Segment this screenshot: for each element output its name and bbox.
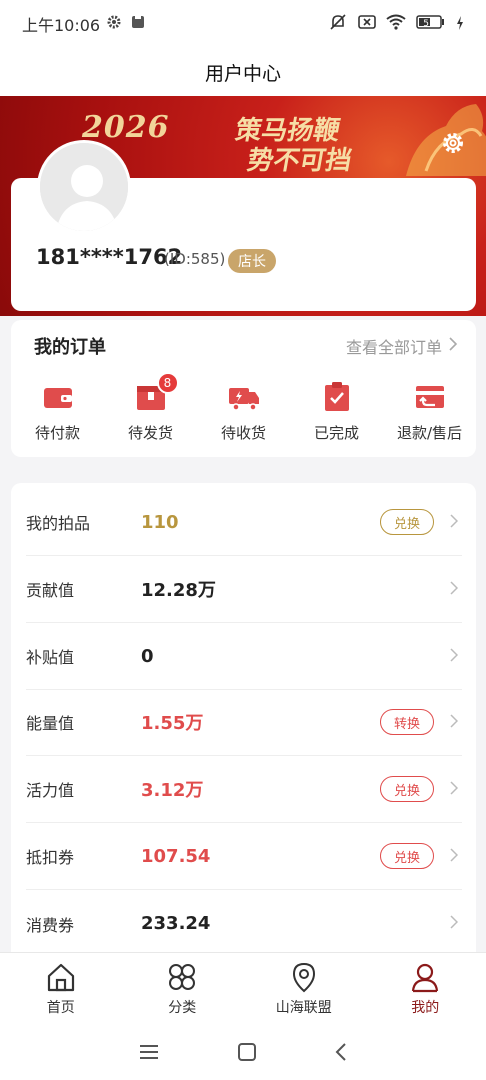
clipboard-check-icon [324, 382, 349, 411]
asset-name: 我的拍品 [26, 514, 91, 533]
grid-icon [169, 964, 196, 990]
nav-label: 首页 [46, 1000, 75, 1016]
wallet-icon [43, 388, 72, 408]
asset-row-vitality[interactable]: 活力值 3.12万 兑换 [26, 756, 462, 823]
nav-label: 山海联盟 [275, 1000, 332, 1016]
nav-alliance[interactable]: 山海联盟 [243, 953, 365, 1028]
asset-name: 抵扣券 [26, 848, 75, 867]
chevron-right-icon [448, 336, 458, 356]
asset-row-voucher[interactable]: 抵扣券 107.54 兑换 [26, 823, 462, 890]
sim-error-icon [358, 14, 376, 34]
order-pending-shipment[interactable]: 8 待发货 [111, 372, 191, 443]
asset-value: 0 [141, 645, 154, 667]
exchange-button[interactable]: 兑换 [380, 843, 434, 869]
nav-category[interactable]: 分类 [122, 953, 244, 1028]
system-nav-bar [0, 1028, 486, 1080]
pending-shipment-count: 8 [156, 372, 179, 394]
user-icon [412, 963, 439, 993]
chevron-right-icon [450, 647, 459, 666]
orders-card: 我的订单 查看全部订单 待付款 8 待发货 待收货 已完成 退款/售后 [11, 320, 476, 457]
horse-decoration-icon [406, 104, 486, 176]
home-icon [47, 963, 74, 992]
role-badge: 店长 [228, 249, 276, 273]
settings-gear-small-icon [106, 14, 122, 34]
asset-row-contribution[interactable]: 贡献值 12.28万 [26, 556, 462, 623]
settings-gear-icon[interactable] [440, 130, 466, 156]
user-phone: 181****1762 [36, 245, 183, 269]
battery-icon: 51 [416, 14, 446, 34]
assets-card: 我的拍品 110 兑换 贡献值 12.28万 补贴值 0 能量值 1.55万 转… [11, 483, 476, 953]
asset-name: 贡献值 [26, 581, 75, 600]
asset-name: 活力值 [26, 781, 75, 800]
wifi-icon [386, 14, 406, 34]
order-item-label: 已完成 [313, 424, 359, 442]
asset-row-energy[interactable]: 能量值 1.55万 转换 [26, 689, 462, 756]
chevron-right-icon [450, 713, 459, 732]
asset-value: 1.55万 [141, 713, 204, 734]
exchange-button[interactable]: 兑换 [380, 776, 434, 802]
menu-icon[interactable] [139, 1044, 159, 1064]
order-item-label: 待付款 [34, 424, 80, 442]
asset-row-auction-items[interactable]: 我的拍品 110 兑换 [26, 489, 462, 556]
notification-app-icon [130, 14, 146, 34]
order-pending-payment[interactable]: 待付款 [18, 380, 98, 443]
avatar[interactable] [37, 140, 131, 234]
chevron-right-icon [450, 847, 459, 866]
back-icon[interactable] [335, 1043, 347, 1065]
nav-home[interactable]: 首页 [0, 953, 122, 1028]
exchange-button[interactable]: 兑换 [380, 509, 434, 535]
refund-icon [415, 386, 444, 408]
asset-value: 233.24 [141, 913, 211, 934]
orders-heading: 我的订单 [34, 337, 106, 358]
order-item-label: 待收货 [220, 424, 266, 442]
asset-value: 107.54 [141, 845, 211, 867]
asset-row-consumption-voucher[interactable]: 消费券 233.24 [26, 890, 462, 953]
page-title: 用户中心 [0, 48, 486, 96]
asset-value: 12.28万 [141, 580, 216, 601]
nav-label: 分类 [168, 1000, 197, 1016]
truck-icon [228, 388, 259, 411]
asset-row-subsidy[interactable]: 补贴值 0 [26, 623, 462, 690]
mute-bell-icon [328, 13, 348, 35]
user-id: (ID:585) [164, 250, 226, 268]
view-all-orders-link[interactable]: 查看全部订单 [346, 334, 458, 358]
chevron-right-icon [450, 580, 459, 599]
chevron-right-icon [450, 513, 459, 532]
nav-label: 我的 [411, 1000, 440, 1016]
view-all-orders-label: 查看全部订单 [345, 338, 442, 357]
chevron-right-icon [450, 780, 459, 799]
order-completed[interactable]: 已完成 [297, 380, 377, 443]
status-time: 上午10:06 [22, 16, 101, 35]
chevron-right-icon [450, 914, 459, 933]
status-bar: 上午10:06 51 [0, 0, 486, 48]
asset-name: 能量值 [26, 714, 75, 733]
asset-value: 3.12万 [141, 780, 204, 801]
svg-text:51: 51 [423, 19, 434, 29]
asset-value: 110 [141, 511, 179, 533]
order-item-label: 退款/售后 [396, 424, 463, 442]
order-pending-receipt[interactable]: 待收货 [204, 380, 284, 443]
bottom-nav: 首页 分类 山海联盟 我的 [0, 952, 486, 1028]
order-refund[interactable]: 退款/售后 [390, 380, 470, 443]
asset-name: 补贴值 [26, 648, 75, 667]
location-pin-icon [292, 962, 315, 993]
convert-button[interactable]: 转换 [380, 709, 434, 735]
home-square-icon[interactable] [237, 1043, 256, 1065]
banner-year: 2026 [82, 110, 170, 145]
banner-slogan-line2: 势不可挡 [244, 146, 355, 176]
asset-name: 消费券 [26, 915, 75, 935]
nav-mine[interactable]: 我的 [365, 953, 486, 1028]
charging-icon [456, 15, 464, 34]
order-item-label: 待发货 [127, 424, 173, 442]
